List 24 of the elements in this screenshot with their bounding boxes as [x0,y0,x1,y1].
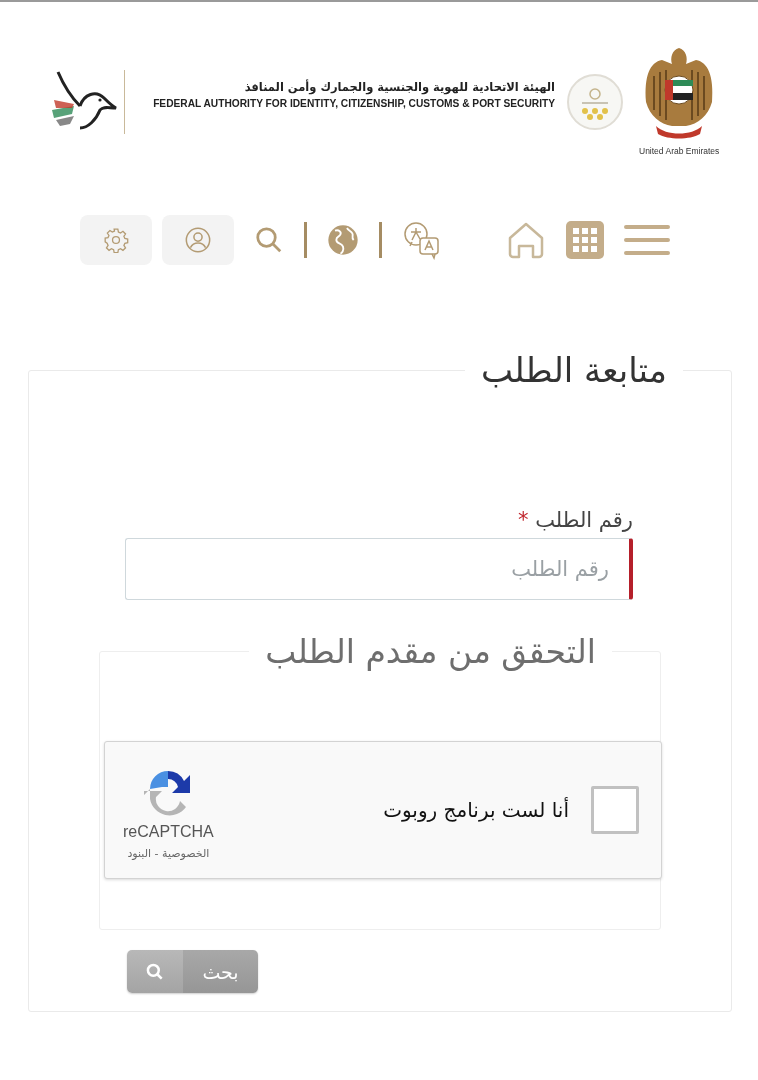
settings-button[interactable] [80,215,152,265]
home-icon[interactable] [506,220,546,260]
search-icon [127,950,183,993]
falcon-logo-icon [50,70,118,132]
seal-icon [567,74,623,130]
request-number-field[interactable]: رقم الطلب [125,538,633,600]
account-button[interactable] [162,215,234,265]
authority-name: الهيئة الاتحادية للهوية والجنسية والجمارك وأمن المنافذ [244,80,555,94]
captcha-checkbox[interactable] [591,786,639,834]
menu-icon[interactable] [624,224,670,256]
recaptcha-brand: reCAPTCHA [123,822,214,841]
search-icon[interactable] [254,225,284,255]
captcha-label: أنا لست برنامج روبوت [383,798,569,822]
verification-title: التحقق من مقدم الطلب [264,632,597,671]
grid-icon[interactable] [566,221,604,259]
user-icon [184,226,212,254]
authority-name: FEDERAL AUTHORITY FOR IDENTITY, CITIZENSHIP, CUSTOMS & PORT SECURITY [153,98,555,109]
country-name: United Arab Emirates [639,146,720,156]
form-title: متابعة الطلب [479,350,668,390]
globe-icon[interactable] [327,224,359,256]
privacy-terms-links[interactable]: الخصوصية - البنود [127,846,210,860]
translate-icon[interactable] [402,220,442,260]
gear-icon [103,227,129,253]
field-label: رقم الطلب * [516,508,633,532]
